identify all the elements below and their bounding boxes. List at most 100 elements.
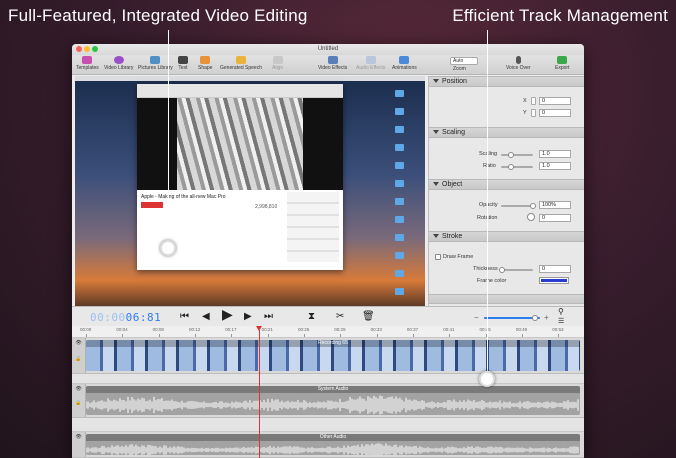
position-x-field[interactable]: 0 xyxy=(539,97,571,105)
disclosure-triangle-icon xyxy=(433,234,439,239)
waveform-path xyxy=(86,443,579,455)
video-track: 👁 🔒 Recording 65 xyxy=(72,338,584,374)
ruler-tick-label: 00:25 xyxy=(297,327,310,332)
scissors-icon[interactable]: ✂ xyxy=(336,311,344,322)
clip-label: Recording 65 xyxy=(86,340,580,347)
ratio-slider-knob[interactable] xyxy=(507,164,514,170)
skip-to-end-button[interactable]: ⏭ xyxy=(264,311,273,322)
disclosure-triangle-icon xyxy=(433,182,439,187)
opacity-slider-knob[interactable] xyxy=(530,203,536,209)
position-section-header[interactable]: Position xyxy=(429,76,584,87)
track-header: 👁 xyxy=(72,432,86,457)
toolbar: Templates Video Library Pictures Library… xyxy=(72,55,584,75)
trash-icon[interactable]: 🗑 xyxy=(362,311,375,322)
align-button[interactable]: Align xyxy=(272,56,283,71)
recorded-menubar xyxy=(75,76,425,81)
video-effects-button[interactable]: Video Effects xyxy=(318,56,347,71)
position-y-label: Y xyxy=(523,110,527,116)
minimize-window-button[interactable] xyxy=(84,46,90,52)
timecode-display: 00:0006:81 xyxy=(90,311,162,324)
timeline-ruler[interactable]: 00:00 00:04 00:08 00:12 00:17 00:21 00:25 00:29… xyxy=(72,326,584,338)
play-button[interactable]: ▶ xyxy=(222,307,233,321)
track-header: 👁 🔒 xyxy=(72,338,86,373)
eye-icon[interactable]: 👁 xyxy=(72,386,85,392)
align-icon xyxy=(272,56,283,64)
frame-color-swatch xyxy=(541,279,567,282)
disclosure-triangle-icon xyxy=(433,130,439,135)
split-marker-icon[interactable]: ⧗ xyxy=(308,311,315,322)
scaling-field[interactable]: 1.0 xyxy=(539,150,571,158)
ruler-tick-label: 00:29 xyxy=(334,327,346,332)
templates-button[interactable]: Templates xyxy=(76,56,99,71)
playhead[interactable] xyxy=(259,326,260,458)
related-videos xyxy=(287,192,339,262)
position-x-stepper[interactable] xyxy=(531,97,536,105)
lock-icon[interactable]: 🔒 xyxy=(72,356,85,362)
lock-icon[interactable]: 🔒 xyxy=(72,400,85,406)
ruler-tick xyxy=(376,334,378,337)
voice-over-button[interactable]: Voice Over xyxy=(506,56,530,71)
ruler-tick-label: 00:00 xyxy=(80,327,92,332)
callout-line-left xyxy=(168,30,169,248)
scaling-slider-knob[interactable] xyxy=(507,152,514,158)
audio-effects-icon xyxy=(365,56,376,64)
ratio-field[interactable]: 1.0 xyxy=(539,162,571,170)
app-window: Untitled Templates Video Library Picture… xyxy=(72,44,584,458)
ratio-slider[interactable] xyxy=(501,166,533,168)
collapsed-section-header[interactable] xyxy=(429,294,584,304)
zoom-out-icon[interactable]: − xyxy=(474,312,479,323)
generated-speech-button[interactable]: Generated Speech xyxy=(220,56,262,71)
zoom-in-icon[interactable]: + xyxy=(544,312,549,323)
thickness-slider[interactable] xyxy=(501,269,533,271)
ruler-tick-label: 00:08 xyxy=(152,327,164,332)
speech-icon xyxy=(235,56,246,64)
waveform-path xyxy=(86,395,579,415)
scaling-section-header[interactable]: Scaling xyxy=(429,127,584,138)
zoom-window-button[interactable] xyxy=(92,46,98,52)
position-y-stepper[interactable] xyxy=(531,109,536,117)
eye-icon[interactable]: 👁 xyxy=(72,434,85,440)
ruler-tick-label: 00:41 xyxy=(443,327,455,332)
video-clip[interactable]: Recording 65 xyxy=(86,340,580,371)
rotation-field[interactable]: 0 xyxy=(539,214,571,222)
position-y-field[interactable]: 0 xyxy=(539,109,571,117)
draw-frame-checkbox[interactable] xyxy=(435,254,441,260)
opacity-slider[interactable] xyxy=(501,205,533,207)
playhead-handle[interactable] xyxy=(256,326,262,331)
zoom-label: Zoom xyxy=(453,66,466,72)
ruler-tick xyxy=(122,334,124,337)
stroke-section-header[interactable]: Stroke xyxy=(429,231,584,242)
video-library-button[interactable]: Video Library xyxy=(104,56,133,71)
ruler-tick-label: 00:12 xyxy=(188,327,201,332)
object-section-header[interactable]: Object xyxy=(429,179,584,190)
preview-canvas[interactable]: Apple - Making of the all-new Mac Pro 2,… xyxy=(75,76,425,338)
callout-dot-right xyxy=(479,371,495,387)
audio-clip[interactable]: Other Audio xyxy=(86,434,580,455)
scaling-slider[interactable] xyxy=(501,154,533,156)
export-icon xyxy=(557,56,568,64)
text-button[interactable]: Text xyxy=(178,56,188,71)
thickness-field[interactable]: 0 xyxy=(539,265,571,273)
export-button[interactable]: Export xyxy=(555,56,569,71)
skip-to-start-button[interactable]: ⏮ xyxy=(180,311,189,322)
shape-button[interactable]: Shape xyxy=(198,56,212,71)
desktop-folder-icon xyxy=(395,234,404,241)
empty-track xyxy=(72,374,584,384)
audio-effects-button[interactable]: Audio Effects xyxy=(356,56,385,71)
rotation-dial[interactable] xyxy=(527,213,535,221)
audio-clip[interactable]: System Audio xyxy=(86,386,580,415)
scaling-label: Scaling xyxy=(479,151,498,157)
frame-color-well[interactable] xyxy=(539,277,569,284)
frame-color-label: Frame color xyxy=(477,278,507,284)
zoom-select[interactable]: Auto xyxy=(450,57,478,65)
opacity-field[interactable]: 100% xyxy=(539,201,571,209)
thickness-slider-knob[interactable] xyxy=(499,267,505,273)
timeline-zoom-knob[interactable] xyxy=(532,315,538,321)
step-forward-button[interactable]: ▶ xyxy=(244,311,252,322)
step-back-button[interactable]: ◀ xyxy=(202,311,210,322)
waveform xyxy=(86,395,579,415)
thickness-label: Thickness xyxy=(473,266,498,272)
animations-button[interactable]: Animations xyxy=(392,56,417,71)
eye-icon[interactable]: 👁 xyxy=(72,340,85,346)
close-window-button[interactable] xyxy=(76,46,82,52)
